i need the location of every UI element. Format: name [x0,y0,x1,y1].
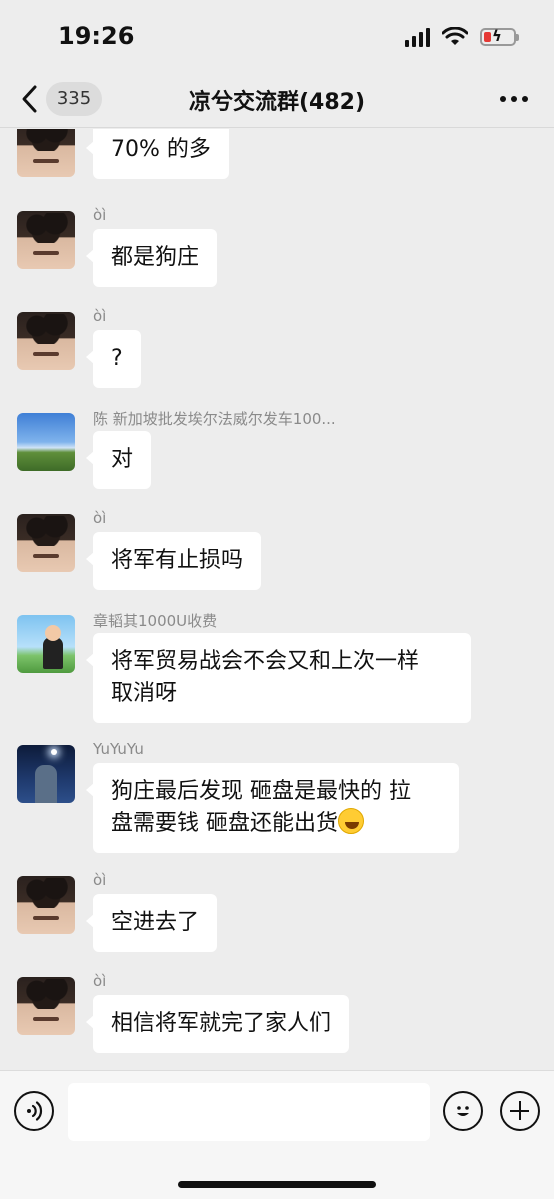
message-list[interactable]: 70% 的多 òì 都是狗庄 òì ? 陈 新加坡批发埃尔法威尔发车100...… [0,129,554,1070]
avatar[interactable] [17,876,75,934]
voice-icon [27,1101,43,1121]
grinning-sweat-emoji-icon [338,808,364,834]
unread-count-badge[interactable]: 335 [46,82,102,116]
status-time: 19:26 [58,22,135,50]
message-text: 都是狗庄 [111,245,200,270]
wifi-icon [442,27,468,45]
sender-name: òì [93,206,107,224]
input-bar [0,1070,554,1199]
avatar[interactable] [17,977,75,1035]
voice-button[interactable] [14,1091,54,1131]
more-options-button[interactable] [500,96,528,102]
sender-name: òì [93,307,107,325]
avatar[interactable] [17,211,75,269]
sender-name: YuYuYu [93,740,144,758]
chat-header: 335 凉兮交流群(482) [0,72,554,128]
message-text: 空进去了 [111,910,200,935]
message-text: 对 [111,447,134,472]
message-bubble[interactable]: 将军贸易战会不会又和上次一样 取消呀 [86,633,471,723]
avatar[interactable] [17,129,75,177]
message-text: 70% 的多 [111,137,211,162]
chat-title[interactable]: 凉兮交流群(482) [140,84,414,116]
message-text-line: 狗庄最后发现 砸盘是最快的 拉 [111,779,411,804]
sender-name: òì [93,871,107,889]
avatar[interactable] [17,514,75,572]
message-bubble[interactable]: 相信将军就完了家人们 [85,995,350,1053]
status-bar: 19:26 ϟ [0,0,554,72]
back-button[interactable] [18,84,42,114]
message-text-line: 取消呀 [111,681,178,706]
avatar[interactable] [17,413,75,471]
avatar[interactable] [17,745,75,803]
message-bubble[interactable]: 狗庄最后发现 砸盘是最快的 拉 盘需要钱 砸盘还能出货 [86,763,459,853]
message-bubble[interactable]: 70% 的多 [86,129,229,179]
avatar[interactable] [17,312,75,370]
battery-charging-icon: ϟ [480,27,519,46]
message-bubble[interactable]: 将军有止损吗 [85,532,262,590]
sender-name: 章韬其1000U收费 [93,612,218,630]
status-icons: ϟ [405,24,519,50]
emoji-button[interactable] [443,1091,483,1131]
message-bubble[interactable]: 空进去了 [85,894,218,952]
message-input[interactable] [68,1083,430,1141]
message-text: 相信将军就完了家人们 [111,1011,332,1036]
avatar[interactable] [17,615,75,673]
sender-name: 陈 新加坡批发埃尔法威尔发车100... [93,410,336,428]
message-text: ? [111,346,123,371]
message-text-line: 将军贸易战会不会又和上次一样 [111,649,420,674]
message-bubble[interactable]: 都是狗庄 [85,229,218,287]
more-dots-icon [500,96,506,102]
home-indicator [178,1181,376,1188]
plus-button[interactable] [500,1091,540,1131]
chevron-left-icon [22,85,37,113]
emoji-icon [457,1106,469,1116]
message-text-line: 盘需要钱 砸盘还能出货 [111,811,338,836]
message-text: 将军有止损吗 [111,548,244,573]
message-bubble[interactable]: ? [86,330,141,388]
sender-name: òì [93,972,107,990]
message-bubble[interactable]: 对 [85,431,152,489]
sender-name: òì [93,509,107,527]
signal-icon [405,27,430,47]
